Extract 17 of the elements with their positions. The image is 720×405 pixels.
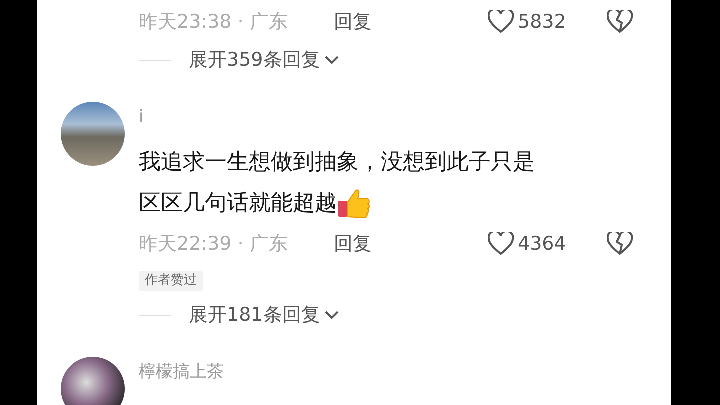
comment-text: 我追求一生想做到抽象，没想到此子只是: [139, 149, 535, 177]
heart-icon[interactable]: [488, 232, 514, 256]
like-count: 4364: [518, 233, 568, 255]
expand-replies-button[interactable]: 展开181条回复: [189, 302, 340, 328]
heart-icon[interactable]: [488, 10, 514, 34]
comment-time-location: 昨天23:38 · 广东: [139, 10, 289, 35]
chevron-down-icon: [324, 55, 340, 65]
reply-link[interactable]: 回复: [334, 231, 372, 257]
expand-replies-button[interactable]: 展开359条回复: [189, 47, 340, 73]
thumbs-up-icon: [337, 188, 371, 220]
author-liked-tag: 作者赞过: [139, 271, 203, 291]
avatar-photo-placeholder[interactable]: [61, 357, 125, 405]
reply-link[interactable]: 回复: [334, 9, 372, 35]
comment-time-location: 昨天22:39 · 广东: [139, 232, 289, 257]
comment-text: 区区几句话就能超越: [139, 190, 337, 218]
chevron-down-icon: [324, 310, 340, 320]
like-count: 5832: [518, 11, 568, 33]
